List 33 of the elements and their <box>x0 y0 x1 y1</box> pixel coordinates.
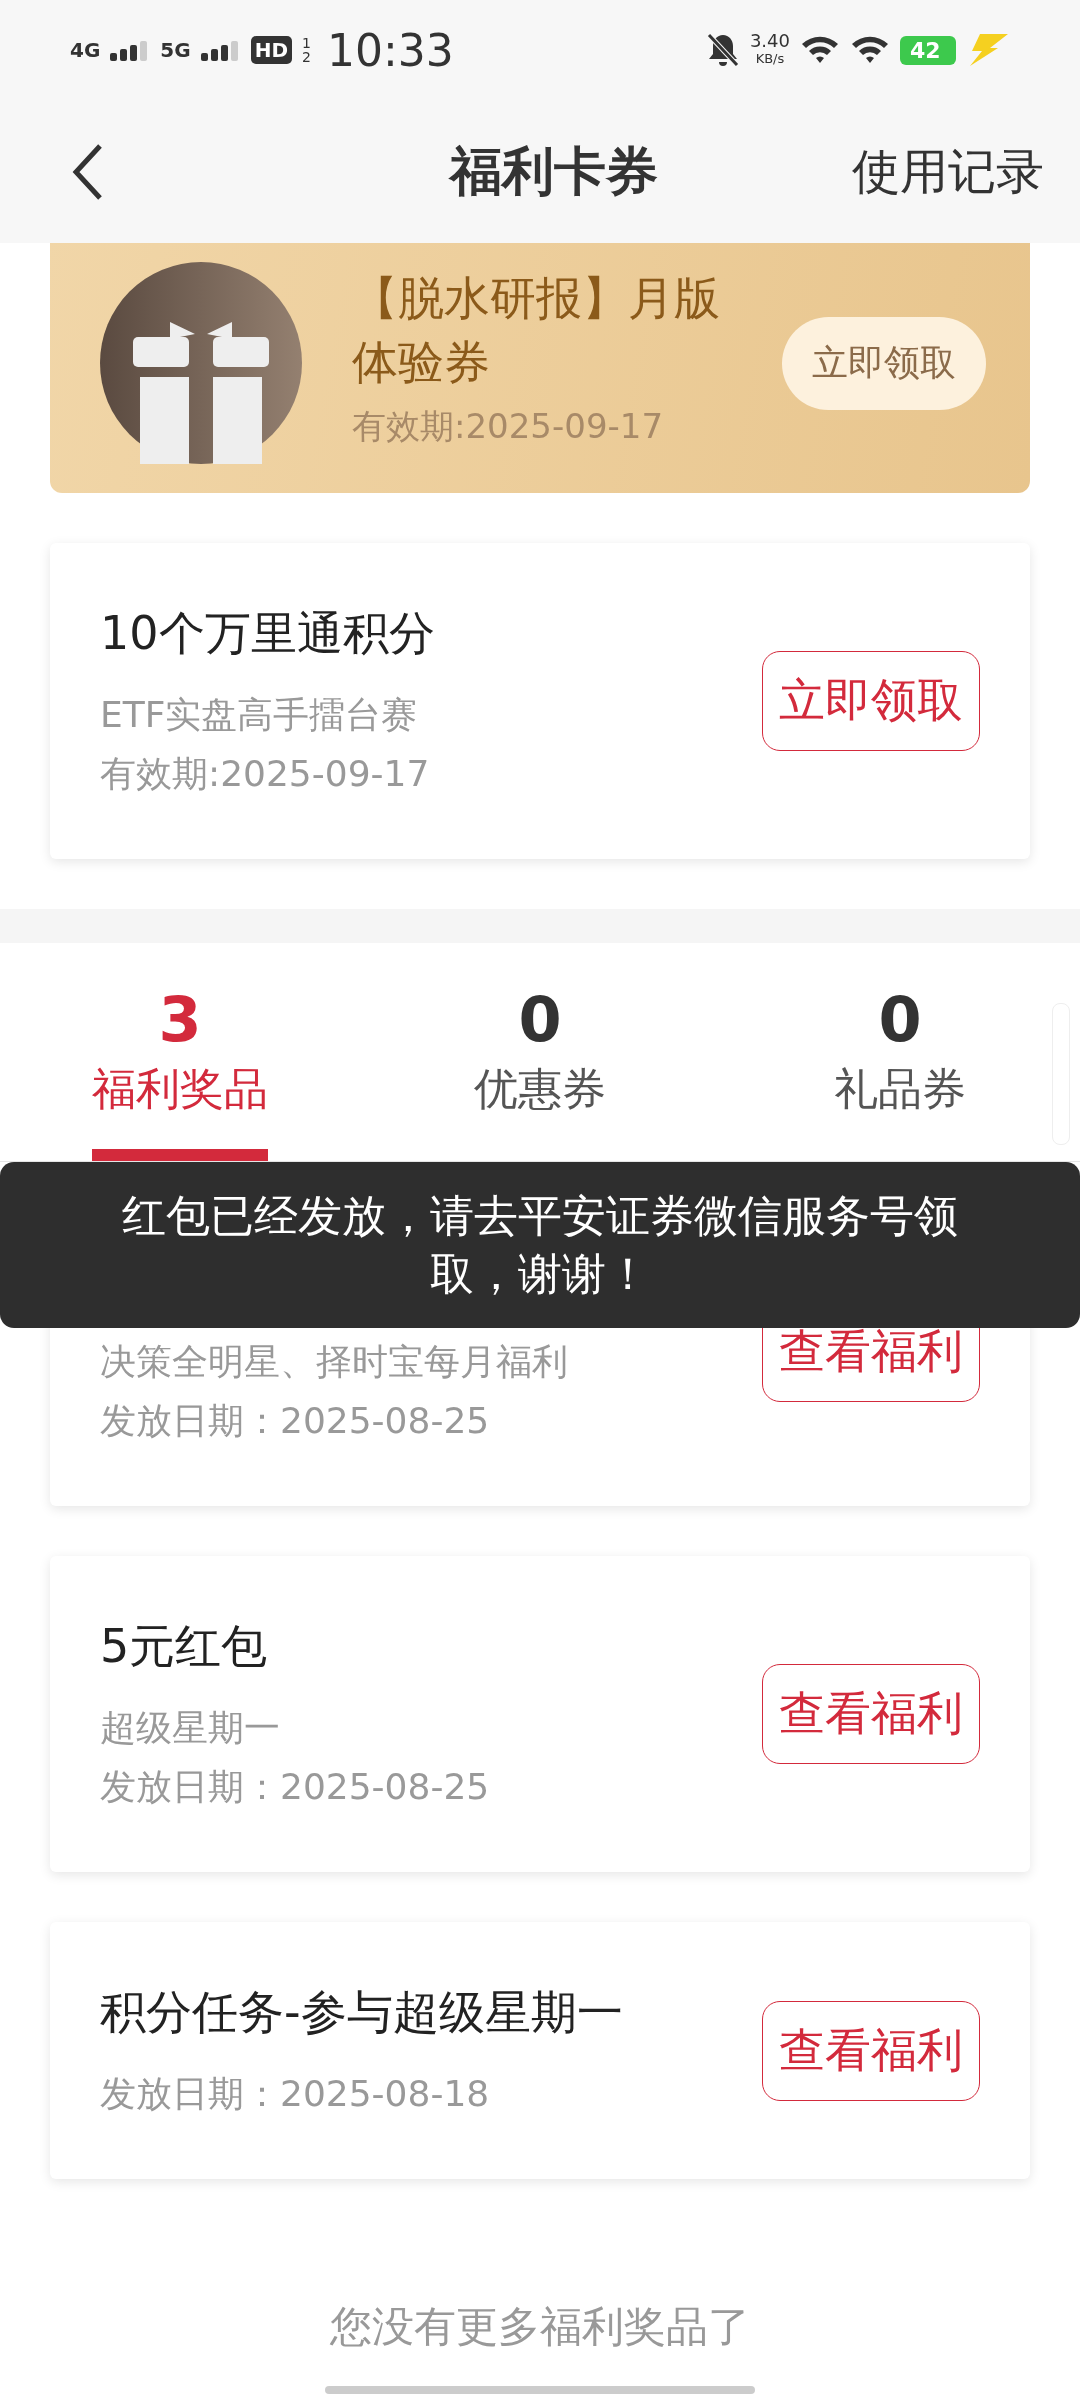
coupon-detail: ETF实盘高手擂台赛 <box>100 693 419 737</box>
end-of-list-message: 您没有更多福利奖品了 <box>330 2301 750 2353</box>
clock: 10:33 <box>326 24 454 76</box>
coupon-detail: 有效期:2025-09-17 <box>100 752 431 796</box>
network-type: 5G <box>160 38 191 62</box>
category-tab[interactable]: 0 礼品券 <box>720 943 1080 1161</box>
category-tab[interactable]: 0 优惠券 <box>360 943 720 1161</box>
network-speed: 3.40 KB/s <box>749 32 790 68</box>
coupon-title: 【脱水研报】月版体验券 <box>352 270 721 391</box>
view-reward-button[interactable]: 查看福利 <box>762 2000 980 2101</box>
coupon-validity: 有效期:2025-09-17 <box>352 405 665 448</box>
gift-icon <box>100 262 302 464</box>
reward-detail: 决策全明星、择时宝每月福利 <box>100 1340 569 1384</box>
battery-level: 42 <box>900 35 956 65</box>
reward-detail: 发放日期：2025-08-25 <box>100 1399 491 1443</box>
sim-slots: 1 2 <box>302 36 311 64</box>
usage-history-link[interactable]: 使用记录 <box>852 139 1044 204</box>
reward-title: 积分任务-参与超级星期一 <box>100 1984 624 2041</box>
reward-detail: 发放日期：2025-08-18 <box>100 2072 491 2116</box>
reward-title: 5元红包 <box>100 1618 269 1675</box>
reward-detail: 发放日期：2025-08-25 <box>100 1765 491 1809</box>
network-type: 4G <box>70 38 101 62</box>
reward-detail: 超级星期一 <box>100 1706 281 1750</box>
claim-button[interactable]: 立即领取 <box>782 316 986 410</box>
signal-icon <box>200 39 241 61</box>
claim-button[interactable]: 立即领取 <box>762 651 980 751</box>
bell-muted-icon <box>705 32 740 68</box>
toast-message: 红包已经发放，请去平安证券微信服务号领取，谢谢！ <box>121 1189 959 1301</box>
view-reward-button[interactable]: 查看福利 <box>762 1664 980 1764</box>
page-title: 福利卡券 <box>447 139 659 203</box>
category-tab[interactable]: 3 福利奖品 <box>0 943 360 1161</box>
hd-badge: HD <box>250 36 293 64</box>
coupon-title: 10个万里通积分 <box>100 605 436 662</box>
